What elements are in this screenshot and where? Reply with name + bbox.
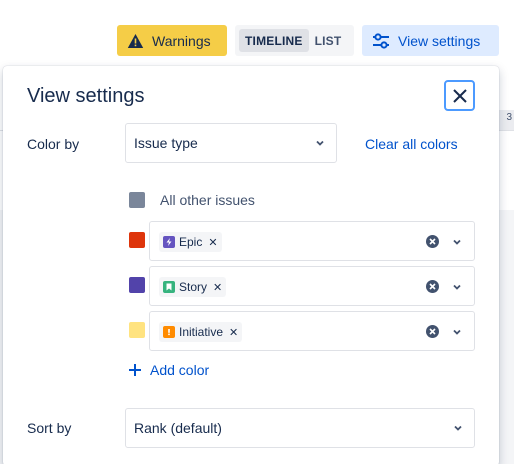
color-by-select[interactable]: Issue type (125, 123, 337, 163)
initiative-color-swatch[interactable] (129, 322, 145, 338)
other-issues-swatch[interactable] (129, 192, 145, 208)
remove-epic-tag-icon[interactable]: ✕ (208, 236, 217, 249)
sort-by-label: Sort by (27, 420, 72, 436)
add-color-button[interactable]: Add color (128, 362, 209, 378)
add-color-label: Add color (150, 362, 210, 378)
initiative-tag: Initiative ✕ (159, 322, 243, 342)
chevron-down-icon (454, 425, 462, 431)
sliders-icon (373, 32, 389, 49)
initiative-icon (163, 326, 175, 338)
warnings-label: Warnings (152, 32, 211, 49)
epic-rule-select[interactable]: Epic ✕ (149, 221, 475, 261)
chevron-down-icon[interactable] (451, 281, 463, 293)
sort-by-select[interactable]: Rank (default) (125, 408, 475, 448)
epic-tag: Epic ✕ (159, 232, 222, 252)
epic-tag-label: Epic (179, 235, 203, 249)
remove-story-tag-icon[interactable]: ✕ (213, 281, 222, 294)
clear-icon[interactable] (426, 325, 439, 338)
popup-title: View settings (27, 85, 145, 107)
background-count-text: 3 (506, 112, 512, 123)
chevron-down-icon (316, 140, 324, 146)
chevron-down-icon[interactable] (451, 326, 463, 338)
plus-icon (129, 364, 141, 376)
epic-color-swatch[interactable] (129, 232, 145, 248)
remove-initiative-tag-icon[interactable]: ✕ (229, 326, 238, 339)
chevron-down-icon[interactable] (451, 236, 463, 248)
clear-all-colors-button[interactable]: Clear all colors (365, 136, 458, 152)
clear-icon[interactable] (426, 235, 439, 248)
story-color-swatch[interactable] (129, 277, 145, 293)
clear-icon[interactable] (426, 280, 439, 293)
timeline-toggle[interactable]: TIMELINE (239, 29, 309, 52)
initiative-rule-select[interactable]: Initiative ✕ (149, 311, 475, 351)
story-rule-select[interactable]: Story ✕ (149, 266, 475, 306)
color-by-value: Issue type (134, 135, 198, 151)
view-settings-label: View settings (398, 32, 481, 49)
close-icon (452, 88, 467, 103)
view-settings-popup: View settings Color by Issue type Clear … (3, 66, 499, 464)
list-toggle[interactable]: LIST (309, 29, 348, 52)
other-issues-label: All other issues (160, 192, 255, 208)
epic-icon (163, 236, 175, 248)
warnings-button[interactable]: Warnings (117, 25, 227, 56)
close-button[interactable] (444, 80, 475, 111)
color-by-label: Color by (27, 136, 80, 152)
initiative-tag-label: Initiative (179, 325, 224, 339)
sort-by-value: Rank (default) (134, 420, 222, 436)
view-settings-button[interactable]: View settings (362, 25, 499, 56)
story-tag: Story ✕ (159, 277, 227, 297)
story-tag-label: Story (179, 280, 208, 294)
view-toggle: TIMELINE LIST (235, 25, 354, 56)
warning-icon (127, 33, 144, 48)
story-icon (163, 281, 175, 293)
